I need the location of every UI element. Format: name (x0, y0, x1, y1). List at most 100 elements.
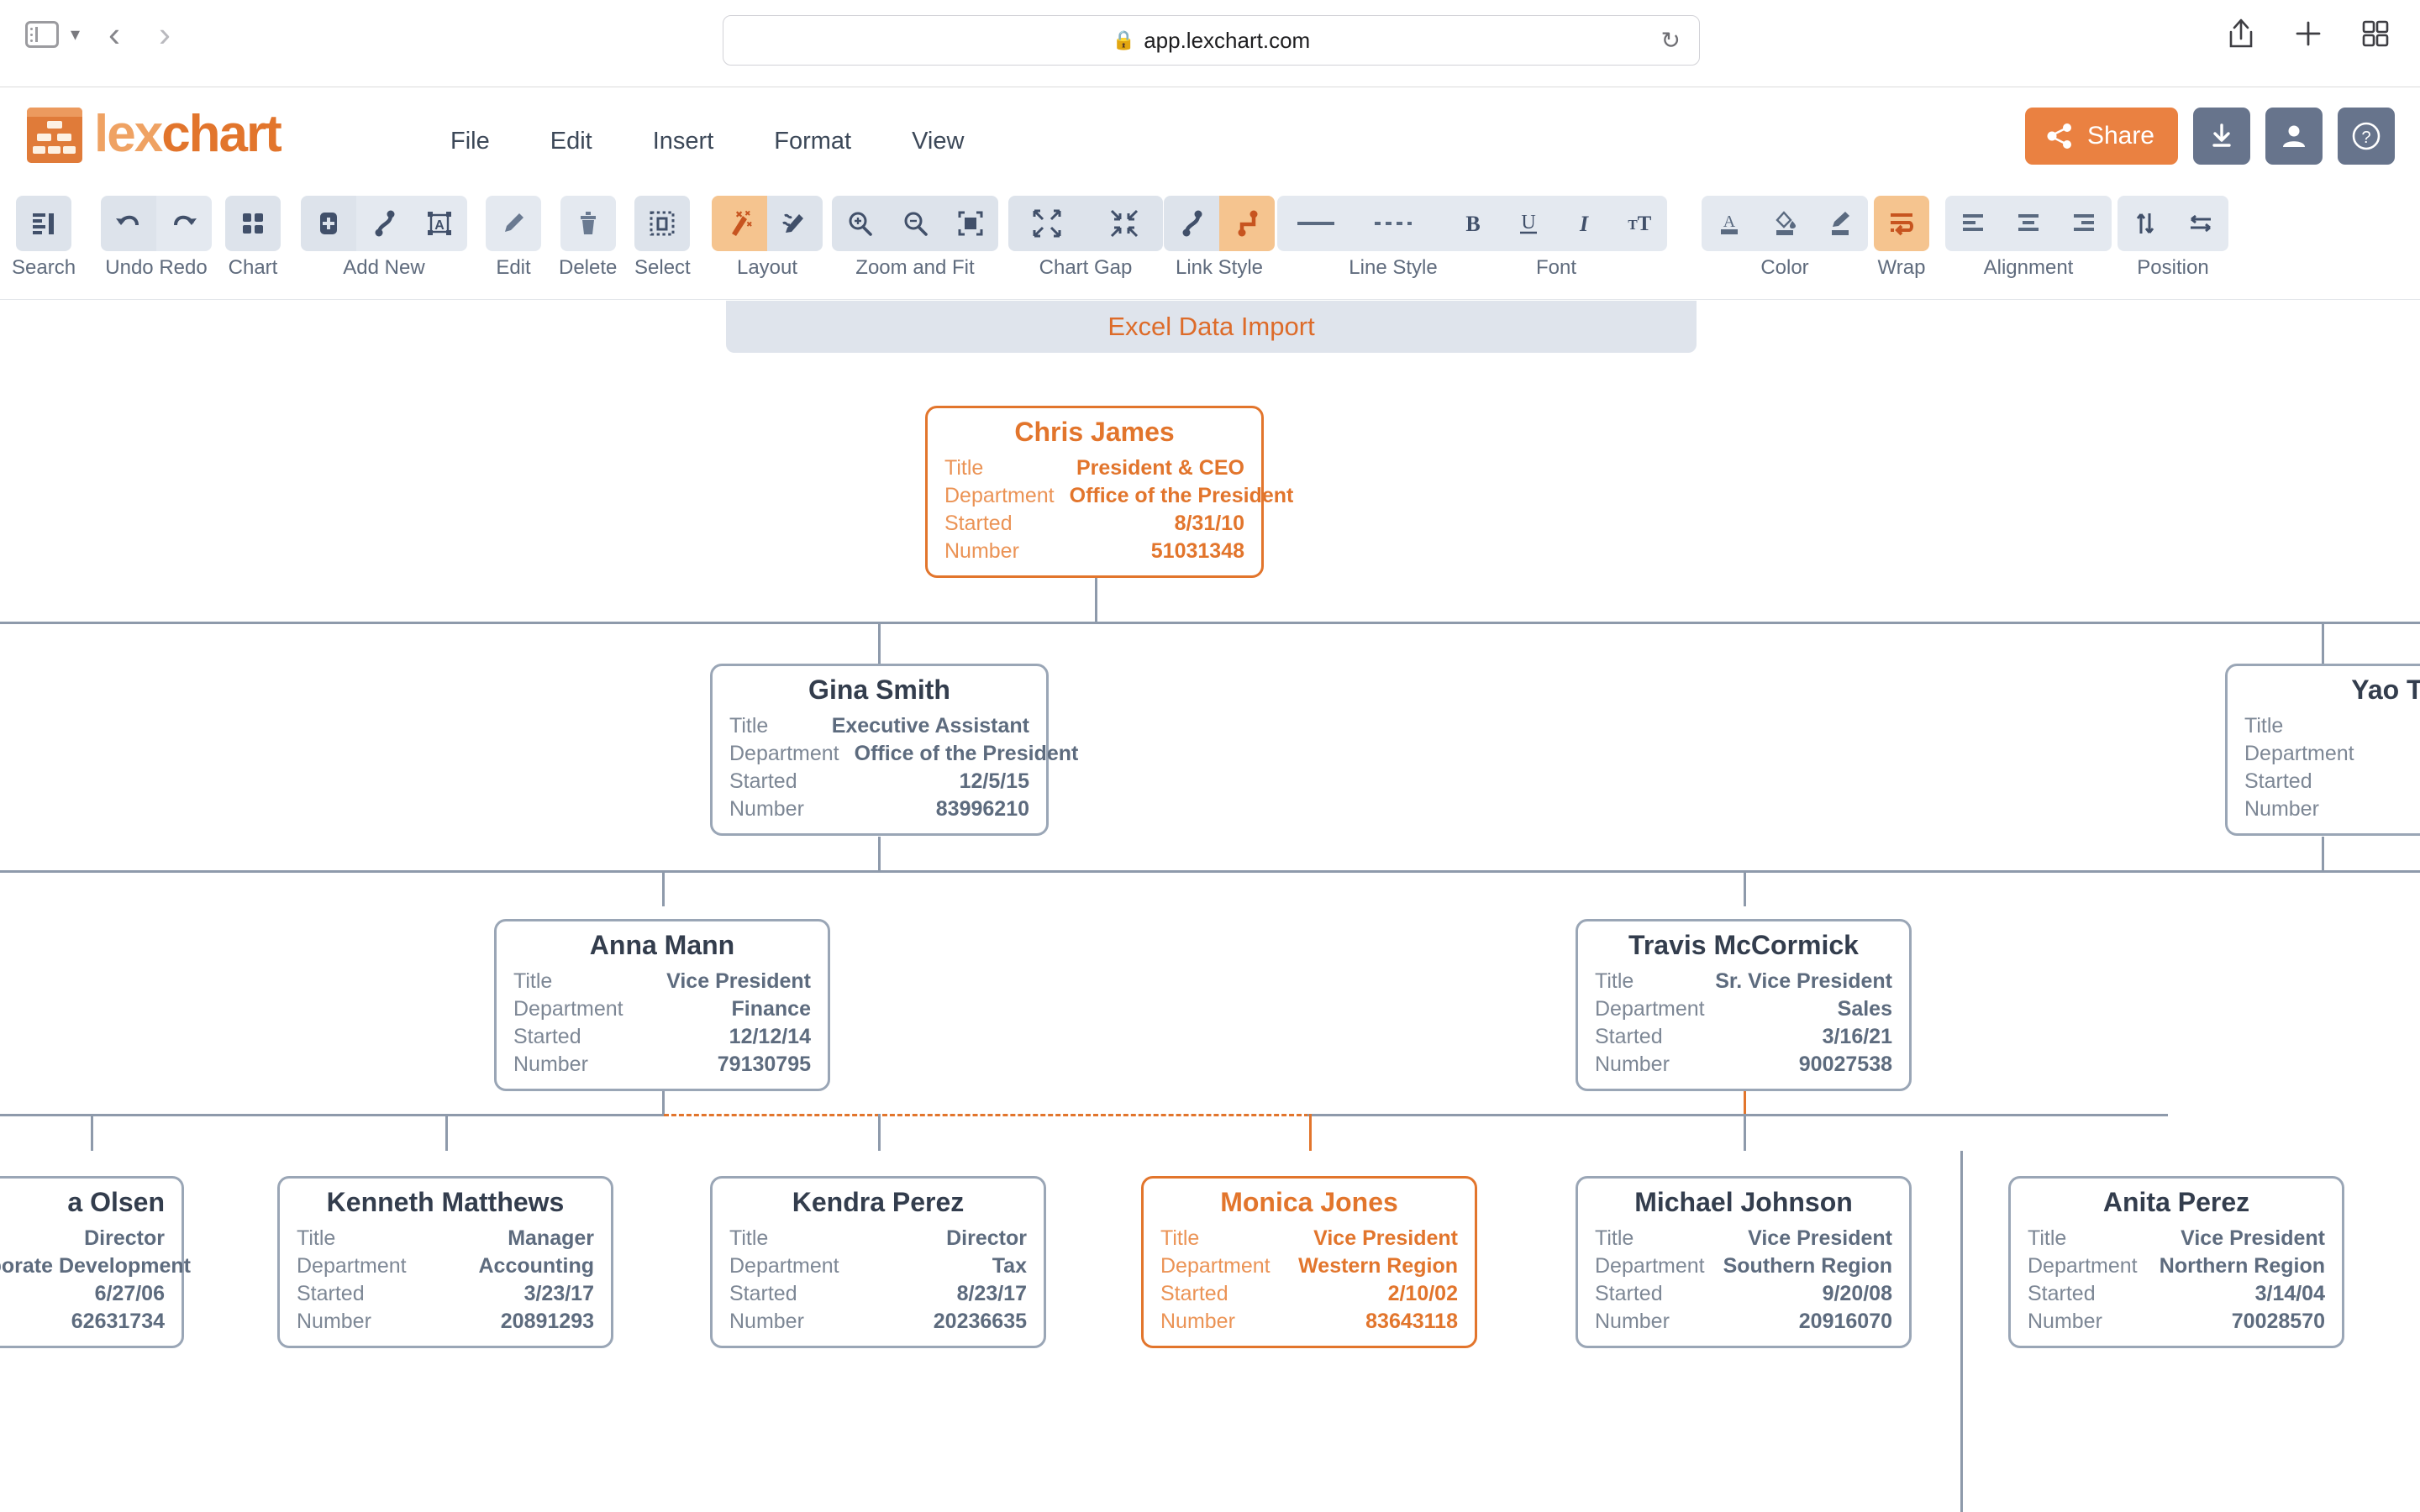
add-node-icon[interactable] (301, 196, 356, 251)
orthogonal-link-icon[interactable] (1219, 196, 1275, 251)
fill-color-icon[interactable] (1757, 196, 1812, 251)
field-label: Department (1160, 1254, 1270, 1278)
bold-icon[interactable]: B (1445, 196, 1501, 251)
back-arrow-icon[interactable]: ‹ (108, 17, 120, 52)
fit-to-screen-icon[interactable] (943, 196, 998, 251)
field-label: Number (2244, 797, 2319, 821)
lexchart-logo-icon[interactable] (27, 108, 82, 163)
node-name: Kenneth Matthews (326, 1187, 565, 1217)
pencil-edit-icon[interactable] (486, 196, 541, 251)
align-right-icon[interactable] (2056, 196, 2112, 251)
node-name: a Olsen (67, 1187, 165, 1217)
horizontal-swap-icon[interactable] (2173, 196, 2228, 251)
align-center-icon[interactable] (2001, 196, 2056, 251)
share-button[interactable]: Share (2024, 108, 2178, 165)
address-bar[interactable]: 🔒 app.lexchart.com ↻ (723, 15, 1700, 66)
node-field-department: Department Sales (1595, 995, 1892, 1023)
field-value: Sales (1837, 997, 1892, 1021)
field-label: Started (513, 1025, 581, 1048)
menu-item-format[interactable]: Format (744, 121, 881, 162)
org-node-olsen[interactable]: a Olsen TitleDirector Departmentporate D… (0, 1176, 191, 1348)
font-color-icon[interactable]: A (1702, 196, 1757, 251)
field-value: President & CEO (1076, 456, 1244, 480)
org-node-monica-jones[interactable]: Monica Jones Title Vice President Departm… (1141, 1176, 1477, 1348)
manual-layout-icon[interactable] (767, 196, 823, 251)
field-value: Sr. Vice President (1715, 969, 1892, 993)
toolbar-group-undo-redo: Undo Redo (101, 196, 212, 280)
trash-delete-icon[interactable] (560, 196, 616, 251)
org-node-kenneth-matthews[interactable]: Kenneth Matthews Title Manager Department… (277, 1176, 613, 1348)
node-field-department: Departmentporate Development (0, 1252, 191, 1280)
field-label: Title (729, 714, 769, 738)
toolbar-label-chart: Chart (228, 256, 278, 279)
node-name: Yao Tu (2351, 675, 2420, 705)
forward-arrow-icon[interactable]: › (159, 17, 171, 52)
field-value: 83643118 (1365, 1310, 1458, 1333)
field-label: Department (297, 1254, 407, 1278)
download-button[interactable] (2193, 108, 2250, 165)
node-field-number: Number 20891293 (297, 1308, 594, 1336)
vertical-swap-icon[interactable] (2118, 196, 2173, 251)
field-label: Started (1595, 1025, 1663, 1048)
zoom-in-icon[interactable] (832, 196, 887, 251)
curved-link-icon[interactable] (1164, 196, 1219, 251)
node-field-title: Title Vice President (1160, 1225, 1458, 1252)
org-node-travis-mccormick[interactable]: Travis McCormick Title Sr. Vice President… (1576, 919, 1912, 1091)
menu-item-view[interactable]: View (881, 121, 994, 162)
menu-item-insert[interactable]: Insert (623, 121, 744, 162)
chart-grid-icon[interactable] (225, 196, 281, 251)
redo-icon[interactable] (156, 196, 212, 251)
show-all-tabs-icon[interactable] (2361, 19, 2390, 48)
dashed-line-icon[interactable] (1355, 196, 1432, 251)
org-node-kendra-perez[interactable]: Kendra Perez Title Director Department Tax… (710, 1176, 1046, 1348)
toolbar-group-font: B U I TT Font (1445, 196, 1667, 280)
field-value: Vice President (1313, 1226, 1458, 1250)
org-node-anna-mann[interactable]: Anna Mann Title Vice President Department… (494, 919, 830, 1091)
excel-data-import-label: Excel Data Import (1107, 312, 1315, 341)
toolbar-label-search: Search (12, 256, 76, 279)
org-node-chris-james[interactable]: Chris James Title President & CEO Departm… (925, 406, 1293, 578)
magic-layout-icon[interactable]: ✖ ✖ ✖ (712, 196, 767, 251)
menu-item-file[interactable]: File (420, 121, 520, 162)
underline-icon[interactable]: U (1501, 196, 1556, 251)
add-textbox-icon[interactable]: A (412, 196, 467, 251)
node-field-title: TitleDirector (0, 1225, 165, 1252)
share-upload-icon[interactable] (2227, 18, 2255, 49)
chevron-down-icon[interactable]: ▾ (71, 24, 80, 45)
solid-line-icon[interactable] (1277, 196, 1355, 251)
field-value: 6/27/06 (94, 1282, 165, 1305)
sidebar-toggle-icon[interactable] (25, 21, 59, 48)
excel-data-import-banner[interactable]: Excel Data Import (726, 301, 1697, 353)
menu-item-edit[interactable]: Edit (520, 121, 623, 162)
italic-icon[interactable]: I (1556, 196, 1612, 251)
text-wrap-icon[interactable] (1874, 196, 1929, 251)
new-tab-plus-icon[interactable] (2294, 19, 2323, 48)
account-button[interactable] (2265, 108, 2323, 165)
field-value: 20916070 (1798, 1310, 1892, 1333)
org-node-anita-perez[interactable]: Anita Perez Title Vice President Departme… (2008, 1176, 2344, 1348)
align-left-icon[interactable] (1945, 196, 2001, 251)
marquee-select-icon[interactable] (634, 196, 691, 251)
toolbar-label-undo-redo: Undo Redo (105, 256, 208, 279)
field-label: Number (513, 1053, 588, 1076)
help-button[interactable]: ? (2338, 108, 2395, 165)
collapse-gap-icon[interactable] (1086, 196, 1163, 251)
toolbar-label-add-new: Add New (343, 256, 425, 279)
org-chart-canvas[interactable]: Excel Data Import Chris James TitlePres (0, 301, 2420, 1512)
add-link-icon[interactable] (356, 196, 412, 251)
line-color-icon[interactable] (1812, 196, 1868, 251)
field-value: Tax (992, 1254, 1027, 1278)
field-value: 8/23/17 (956, 1282, 1027, 1305)
reload-icon[interactable]: ↻ (1661, 27, 1681, 55)
expand-gap-icon[interactable] (1008, 196, 1086, 251)
zoom-out-icon[interactable] (887, 196, 943, 251)
font-size-icon[interactable]: TT (1612, 196, 1667, 251)
org-node-gina-smith[interactable]: Gina Smith Title Executive Assistant Depa… (710, 664, 1078, 836)
undo-icon[interactable] (101, 196, 156, 251)
toolbar-label-layout: Layout (736, 256, 798, 279)
org-node-michael-johnson[interactable]: Michael Johnson Title Vice President Depa… (1576, 1176, 1912, 1348)
search-panel-icon[interactable] (16, 196, 72, 251)
toolbar-group-chart: Chart (225, 196, 281, 280)
connector-line (878, 622, 881, 665)
org-node-yao-tu[interactable]: Yao Tu TitleExec. DepartmentSa Started N… (2225, 664, 2420, 836)
